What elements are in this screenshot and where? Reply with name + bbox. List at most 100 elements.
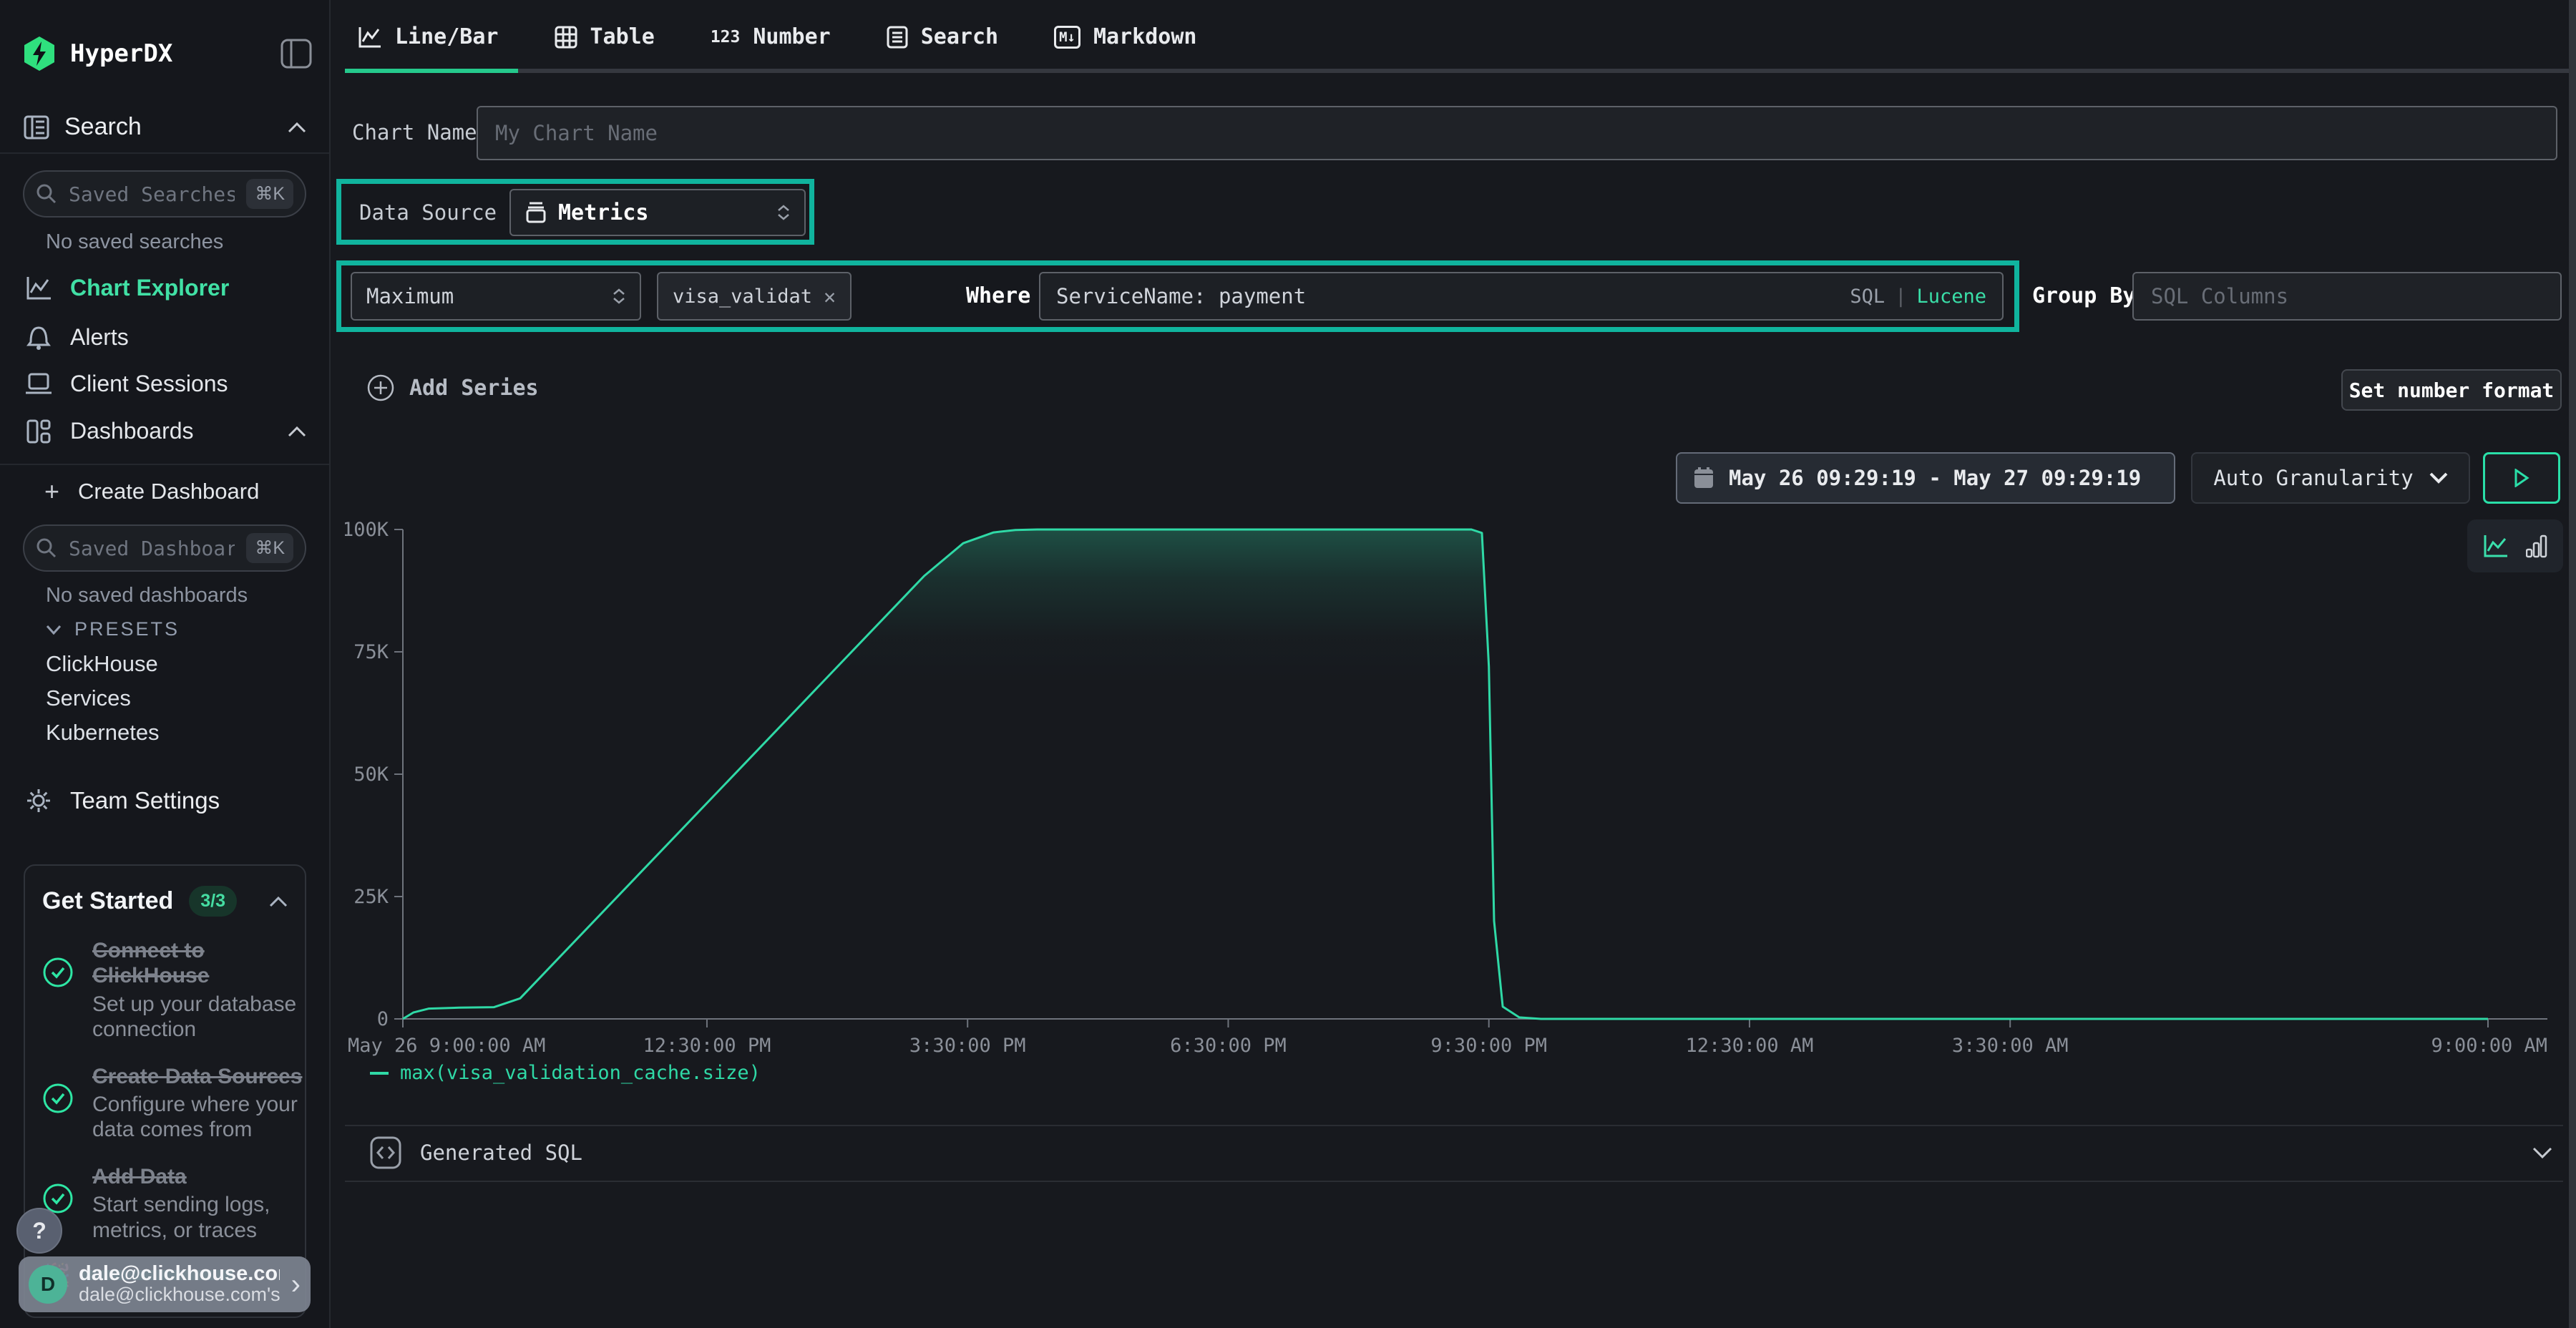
search-icon bbox=[36, 183, 57, 205]
chevron-up-icon bbox=[288, 122, 306, 133]
sidebar-item-clickhouse[interactable]: ClickHouse bbox=[46, 651, 158, 677]
dashboards-icon bbox=[23, 419, 54, 444]
tab-table[interactable]: Table bbox=[555, 24, 655, 49]
sidebar-item-label: Alerts bbox=[70, 324, 129, 351]
svg-text:12:30:00 PM: 12:30:00 PM bbox=[643, 1035, 771, 1057]
run-query-button[interactable] bbox=[2483, 452, 2560, 504]
sidebar-section-search[interactable]: Search bbox=[23, 113, 306, 141]
chart-name-input[interactable] bbox=[477, 106, 2557, 160]
granularity-select[interactable]: Auto Granularity bbox=[2191, 452, 2470, 504]
saved-searches-input[interactable]: ⌘K bbox=[23, 170, 306, 218]
tab-search[interactable]: Search bbox=[887, 24, 998, 49]
tab-label: Line/Bar bbox=[395, 24, 499, 49]
lucene-mode-toggle[interactable]: Lucene bbox=[1916, 285, 1986, 308]
line-chart-icon bbox=[358, 26, 382, 49]
data-source-value: Metrics bbox=[558, 200, 648, 225]
add-series-label: Add Series bbox=[409, 376, 539, 401]
tab-label: Number bbox=[753, 24, 830, 49]
where-input[interactable]: ServiceName: payment SQL | Lucene bbox=[1039, 272, 2004, 321]
sidebar-item-alerts[interactable]: Alerts bbox=[23, 323, 129, 351]
get-started-item[interactable]: Connect to ClickHouse Set up your databa… bbox=[42, 938, 288, 1043]
remove-tag-icon[interactable]: ✕ bbox=[824, 285, 836, 308]
chevron-up-icon[interactable] bbox=[269, 896, 288, 907]
get-started-item-title: Add Data bbox=[92, 1164, 306, 1189]
metric-tag[interactable]: visa_validation_cach ✕ bbox=[657, 272, 852, 321]
sidebar-item-client-sessions[interactable]: Client Sessions bbox=[23, 371, 228, 397]
tab-underline-active bbox=[345, 69, 518, 73]
create-dashboard-button[interactable]: + Create Dashboard bbox=[44, 477, 259, 507]
svg-text:50K: 50K bbox=[353, 763, 389, 786]
svg-text:100K: 100K bbox=[345, 519, 389, 541]
presets-toggle[interactable]: PRESETS bbox=[46, 618, 180, 640]
chevron-down-icon[interactable] bbox=[2532, 1147, 2552, 1159]
metric-tag-label: visa_validation_cach bbox=[673, 285, 811, 308]
chevron-down-icon bbox=[2429, 472, 2448, 484]
saved-searches-field[interactable] bbox=[67, 182, 236, 207]
mode-separator: | bbox=[1895, 285, 1906, 308]
plus-icon: + bbox=[44, 477, 59, 507]
no-saved-searches-text: No saved searches bbox=[46, 230, 223, 254]
sidebar-item-dashboards[interactable]: Dashboards bbox=[23, 418, 306, 444]
help-icon: ? bbox=[32, 1218, 47, 1244]
svg-text:12:30:00 AM: 12:30:00 AM bbox=[1686, 1035, 1814, 1057]
sidebar-divider bbox=[0, 464, 329, 465]
scrollbar[interactable] bbox=[2569, 0, 2576, 1328]
tab-number[interactable]: 123 Number bbox=[711, 24, 831, 49]
help-button[interactable]: ? bbox=[16, 1208, 62, 1254]
avatar: D bbox=[29, 1265, 67, 1304]
sidebar-item-kubernetes[interactable]: Kubernetes bbox=[46, 720, 160, 746]
svg-text:3:30:00 AM: 3:30:00 AM bbox=[1952, 1035, 2069, 1057]
get-started-item[interactable]: Create Data Sources Configure where your… bbox=[42, 1064, 288, 1143]
add-series-button[interactable]: Add Series bbox=[366, 374, 539, 402]
chart-legend[interactable]: max(visa_validation_cache.size) bbox=[370, 1062, 761, 1084]
section-divider bbox=[345, 1181, 2563, 1182]
group-by-field[interactable] bbox=[2150, 283, 2545, 309]
data-source-select[interactable]: Metrics bbox=[509, 189, 806, 236]
sidebar-item-label: Client Sessions bbox=[70, 371, 228, 397]
code-icon bbox=[370, 1136, 401, 1169]
get-started-item-desc: Configure where your data comes from bbox=[92, 1092, 306, 1143]
saved-dashboards-input[interactable]: ⌘K bbox=[23, 524, 306, 572]
sidebar-item-services[interactable]: Services bbox=[46, 685, 131, 711]
chart-name-label: Chart Name bbox=[352, 120, 477, 145]
metric-line-chart[interactable]: 025K50K75K100KMay 26 9:00:00 AM12:30:00 … bbox=[345, 514, 2576, 1072]
aggregation-select[interactable]: Maximum bbox=[351, 272, 641, 321]
collapse-sidebar-icon[interactable] bbox=[280, 39, 312, 69]
generated-sql-row[interactable]: Generated SQL bbox=[370, 1136, 2552, 1169]
circle-plus-icon bbox=[366, 374, 395, 402]
play-icon bbox=[2514, 469, 2529, 487]
date-range-picker[interactable]: May 26 09:29:19 - May 27 09:29:19 bbox=[1676, 452, 2175, 504]
get-started-badge: 3/3 bbox=[189, 886, 237, 917]
search-icon bbox=[36, 537, 57, 559]
sidebar-item-chart-explorer[interactable]: Chart Explorer bbox=[23, 275, 229, 301]
sidebar-item-label: Chart Explorer bbox=[70, 275, 229, 301]
get-started-card: Get Started 3/3 Connect to ClickHouse Se… bbox=[24, 864, 306, 1318]
tab-markdown[interactable]: M↓ Markdown bbox=[1054, 24, 1196, 49]
tab-underline-track bbox=[345, 69, 2576, 73]
tab-bar: Line/Bar Table 123 Number bbox=[358, 24, 1197, 49]
svg-text:9:30:00 PM: 9:30:00 PM bbox=[1430, 1035, 1547, 1057]
brand-row: HyperDX bbox=[23, 36, 172, 72]
aggregation-value: Maximum bbox=[366, 284, 454, 308]
get-started-item-desc: Start sending logs, metrics, or traces bbox=[92, 1192, 306, 1243]
sidebar-item-team-settings[interactable]: Team Settings bbox=[23, 787, 220, 814]
generated-sql-label: Generated SQL bbox=[420, 1141, 582, 1165]
group-by-input[interactable] bbox=[2132, 272, 2562, 321]
kbd-shortcut: ⌘K bbox=[246, 179, 293, 209]
select-updown-icon bbox=[613, 288, 625, 304]
svg-text:0: 0 bbox=[377, 1008, 389, 1030]
search-section-label: Search bbox=[64, 113, 142, 141]
chart-name-field[interactable] bbox=[494, 120, 2540, 146]
chevron-up-icon bbox=[288, 426, 306, 437]
user-menu[interactable]: D dale@clickhouse.com dale@clickhouse.co… bbox=[19, 1256, 311, 1312]
tab-line-bar[interactable]: Line/Bar bbox=[358, 24, 499, 49]
granularity-value: Auto Granularity bbox=[2213, 466, 2413, 490]
sql-mode-toggle[interactable]: SQL bbox=[1850, 285, 1885, 308]
presets-label: PRESETS bbox=[74, 618, 180, 640]
svg-text:May 26 9:00:00 AM: May 26 9:00:00 AM bbox=[348, 1035, 545, 1057]
get-started-item[interactable]: Add Data Start sending logs, metrics, or… bbox=[42, 1164, 288, 1243]
set-number-format-button[interactable]: Set number format bbox=[2341, 369, 2562, 411]
check-circle-icon bbox=[42, 1064, 79, 1143]
svg-text:3:30:00 PM: 3:30:00 PM bbox=[909, 1035, 1026, 1057]
saved-dashboards-field[interactable] bbox=[67, 536, 236, 561]
